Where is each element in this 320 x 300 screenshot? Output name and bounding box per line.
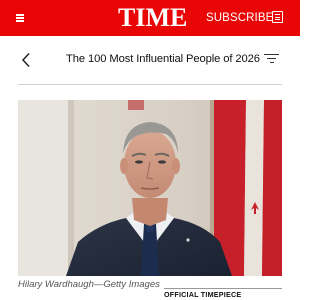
filter-icon[interactable] xyxy=(264,53,280,65)
page-title: The 100 Most Influential People of 2026 xyxy=(66,53,260,65)
time-logo[interactable]: TIME xyxy=(118,4,187,32)
newspaper-icon[interactable] xyxy=(272,11,283,23)
top-header-bar: TIME SUBSCRIBE xyxy=(0,0,300,36)
divider xyxy=(18,84,282,85)
sponsor-label: OFFICIAL TIMEPIECE xyxy=(164,290,242,299)
back-button[interactable] xyxy=(20,52,34,68)
photo-caption: Hilary Wardhaugh—Getty Images xyxy=(18,279,160,290)
hamburger-menu-icon[interactable] xyxy=(16,13,26,23)
sponsor-divider xyxy=(164,288,282,289)
chevron-left-icon xyxy=(21,52,30,68)
subscribe-button[interactable]: SUBSCRIBE xyxy=(206,11,273,25)
article-photo xyxy=(18,100,282,276)
